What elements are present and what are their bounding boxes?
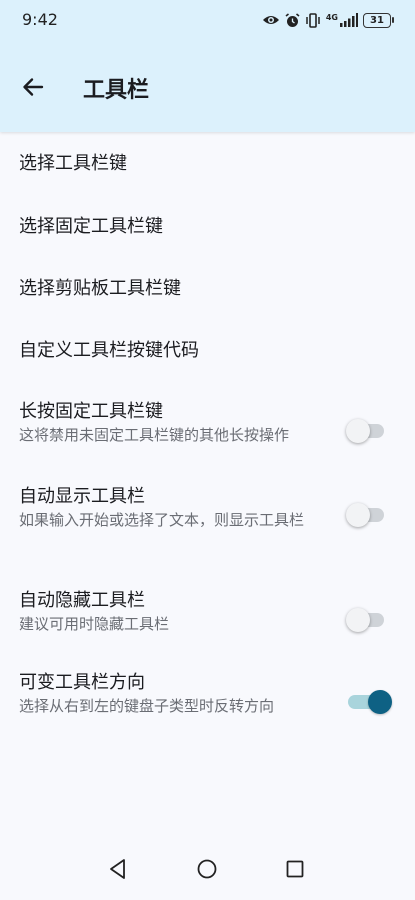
app-bar: 9:42 4G 31 工具栏	[0, 0, 415, 132]
setting-summary: 建议可用时隐藏工具栏	[19, 615, 170, 633]
setting-customize-toolbar-key-codes[interactable]: 自定义工具栏按键代码	[0, 320, 415, 382]
status-icons: 4G 31	[262, 9, 394, 31]
setting-title: 自动显示工具栏	[19, 486, 145, 507]
setting-title: 自动隐藏工具栏	[19, 590, 145, 611]
recents-square-icon[interactable]	[285, 858, 305, 880]
setting-summary: 如果输入开始或选择了文本，则显示工具栏	[19, 511, 305, 529]
battery-level: 31	[370, 14, 384, 26]
navigation-bar	[0, 844, 415, 900]
setting-title: 可变工具栏方向	[19, 672, 145, 693]
status-time: 9:42	[22, 10, 58, 29]
toggle-switch[interactable]	[346, 608, 384, 632]
setting-auto-show-toolbar[interactable]: 自动显示工具栏 如果输入开始或选择了文本，则显示工具栏	[0, 467, 415, 571]
setting-select-clipboard-toolbar-keys[interactable]: 选择剪贴板工具栏键	[0, 258, 415, 320]
back-arrow-icon[interactable]	[20, 74, 46, 100]
setting-auto-hide-toolbar[interactable]: 自动隐藏工具栏 建议可用时隐藏工具栏	[0, 571, 415, 653]
setting-summary: 这将禁用未固定工具栏键的其他长按操作	[19, 426, 290, 444]
setting-variable-toolbar-direction[interactable]: 可变工具栏方向 选择从右到左的键盘子类型时反转方向	[0, 653, 415, 738]
toggle-switch[interactable]	[346, 503, 384, 527]
setting-title: 选择剪贴板工具栏键	[19, 278, 181, 299]
setting-select-pinned-toolbar-keys[interactable]: 选择固定工具栏键	[0, 196, 415, 258]
toggle-switch[interactable]	[346, 419, 384, 443]
eye-icon	[262, 16, 279, 24]
setting-select-toolbar-keys[interactable]: 选择工具栏键	[0, 132, 415, 196]
home-circle-icon[interactable]	[196, 858, 218, 880]
alarm-icon	[285, 12, 300, 27]
network-type: 4G	[325, 12, 338, 22]
toggle-thumb	[346, 503, 370, 527]
setting-title: 长按固定工具栏键	[19, 401, 163, 422]
toggle-thumb	[368, 690, 392, 714]
back-triangle-icon[interactable]	[108, 858, 128, 880]
toggle-thumb	[346, 419, 370, 443]
toggle-thumb	[346, 608, 370, 632]
setting-title: 自定义工具栏按键代码	[19, 340, 199, 361]
battery-icon: 31	[363, 12, 394, 28]
status-bar: 9:42 4G 31	[0, 0, 415, 40]
setting-summary: 选择从右到左的键盘子类型时反转方向	[19, 697, 275, 715]
toggle-switch[interactable]	[348, 690, 392, 714]
setting-long-press-pinned-keys[interactable]: 长按固定工具栏键 这将禁用未固定工具栏键的其他长按操作	[0, 382, 415, 467]
settings-list: 选择工具栏键 选择固定工具栏键 选择剪贴板工具栏键 自定义工具栏按键代码 长按固…	[0, 132, 415, 738]
page-title: 工具栏	[83, 78, 150, 103]
setting-title: 选择固定工具栏键	[19, 216, 163, 237]
setting-title: 选择工具栏键	[19, 153, 127, 174]
vibrate-icon	[306, 12, 320, 28]
signal-icon	[340, 13, 358, 27]
